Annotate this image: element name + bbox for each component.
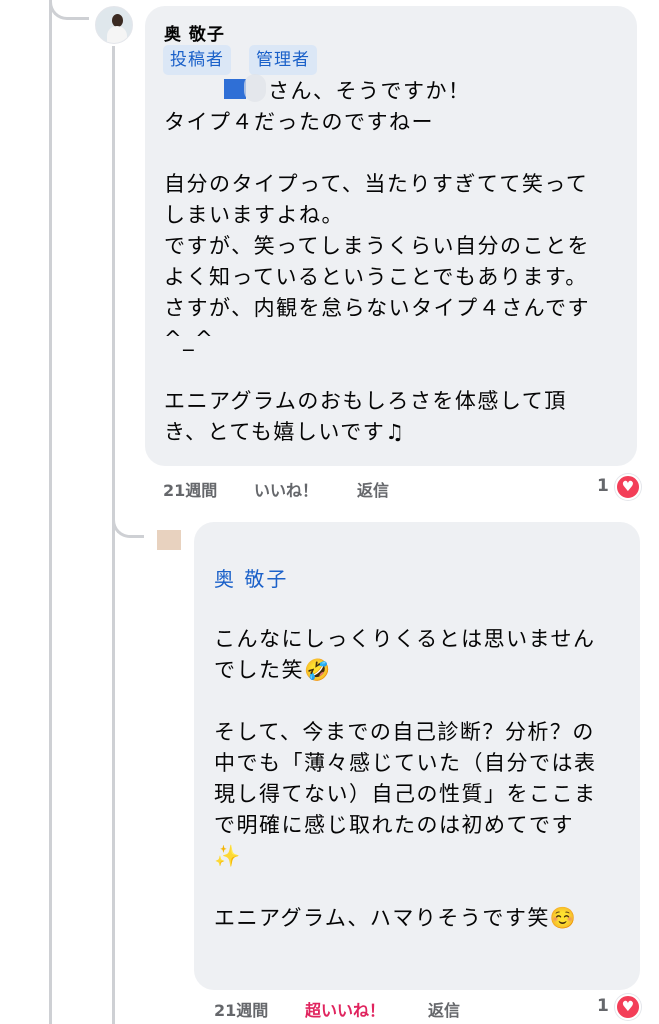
avatar-body <box>107 26 127 43</box>
badge-author: 投稿者 <box>163 45 231 75</box>
reply-love-button[interactable]: 超いいね！ <box>305 997 385 1021</box>
heart-icon[interactable]: ♥ <box>615 474 641 500</box>
comment-mention-suffix: さん、そうですか！ <box>268 79 471 103</box>
reply-text: こんなにしっくりくるとは思いません でした笑🤣 そして、今までの自己診断？分析？… <box>214 627 597 930</box>
reply-reply-button[interactable]: 返信 <box>428 997 460 1021</box>
comment-reply-button[interactable]: 返信 <box>357 477 389 501</box>
comment-author-name[interactable]: 奥 敬子 <box>164 20 225 45</box>
reply-reaction-count[interactable]: 1 <box>597 996 609 1016</box>
thread-line-reply <box>112 46 115 1024</box>
heart-icon[interactable]: ♥ <box>615 994 641 1020</box>
comment-text: タイプ４だったのですねー 自分のタイプって、当たりすぎてて笑って しまいますよね… <box>164 110 591 444</box>
thread-line-main <box>49 0 52 1024</box>
redacted-mention-mark <box>224 79 246 99</box>
thread-line-elbow-top <box>49 0 89 20</box>
reply-avatar-redacted[interactable] <box>157 530 181 550</box>
comment-like-button[interactable]: いいね！ <box>254 477 318 501</box>
redacted-mention-blur <box>244 74 266 102</box>
reply-mention-link[interactable]: 奥 敬子 <box>214 563 288 592</box>
comment-timestamp[interactable]: 21週間 <box>163 477 217 501</box>
badge-admin: 管理者 <box>249 45 317 75</box>
reply-timestamp[interactable]: 21週間 <box>214 997 268 1021</box>
comment-reaction-count[interactable]: 1 <box>597 476 609 496</box>
thread-line-elbow-reply <box>112 500 144 538</box>
author-avatar[interactable] <box>95 6 133 44</box>
